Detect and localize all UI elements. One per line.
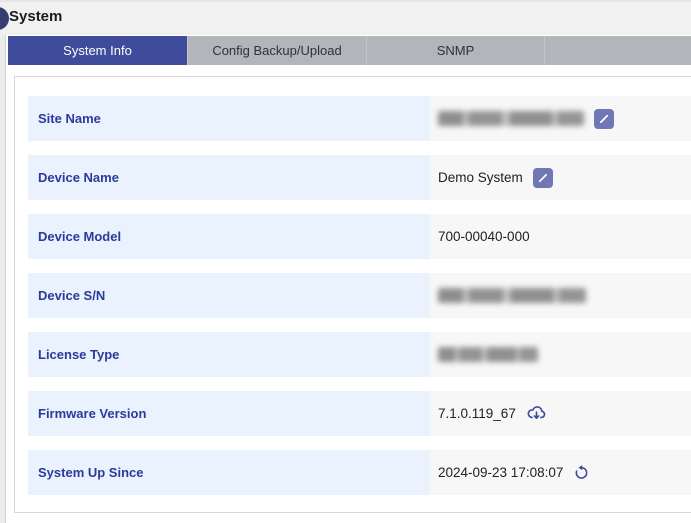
tab-system-info[interactable]: System Info — [8, 36, 187, 65]
page-title: System — [9, 8, 62, 25]
tab-bar: System InfoConfig Backup/UploadSNMP — [8, 36, 691, 65]
info-row-system-up-since: System Up Since 2024-09-23 17:08:07 — [28, 450, 691, 495]
refresh-icon[interactable] — [573, 464, 590, 481]
tab-snmp[interactable]: SNMP — [366, 36, 545, 65]
cloud-download-icon[interactable] — [526, 403, 547, 424]
info-row-site-name: Site Name — [28, 96, 691, 141]
row-value: 7.1.0.119_67 — [430, 391, 691, 436]
info-row-firmware-version: Firmware Version 7.1.0.119_67 — [28, 391, 691, 436]
app-logo-icon — [0, 7, 9, 30]
redacted-value — [438, 111, 584, 126]
value-text: 2024-09-23 17:08:07 — [438, 465, 563, 480]
redacted-value — [438, 288, 586, 303]
row-label: Device S/N — [28, 273, 430, 318]
row-label: Device Model — [28, 214, 430, 259]
info-row-device-s-n: Device S/N — [28, 273, 691, 318]
row-value — [430, 273, 691, 318]
row-value: 2024-09-23 17:08:07 — [430, 450, 691, 495]
left-edge-divider — [0, 35, 6, 523]
row-value — [430, 332, 691, 377]
row-label: Device Name — [28, 155, 430, 200]
row-label: Site Name — [28, 96, 430, 141]
value-text: Demo System — [438, 170, 523, 185]
row-value: 700-00040-000 — [430, 214, 691, 259]
tab-config-backup-upload[interactable]: Config Backup/Upload — [187, 36, 366, 65]
row-label: System Up Since — [28, 450, 430, 495]
page-header: System — [0, 0, 691, 35]
row-value: Demo System — [430, 155, 691, 200]
value-text: 7.1.0.119_67 — [438, 406, 516, 421]
edit-icon[interactable] — [594, 109, 614, 129]
info-rows: Site Name Device Name Demo System Device Mo… — [28, 96, 691, 509]
redacted-value — [438, 347, 538, 362]
row-label: License Type — [28, 332, 430, 377]
info-row-device-name: Device Name Demo System — [28, 155, 691, 200]
info-row-device-model: Device Model 700-00040-000 — [28, 214, 691, 259]
row-value — [430, 96, 691, 141]
row-label: Firmware Version — [28, 391, 430, 436]
edit-icon[interactable] — [533, 168, 553, 188]
system-info-panel: Site Name Device Name Demo System Device Mo… — [14, 76, 691, 513]
info-row-license-type: License Type — [28, 332, 691, 377]
value-text: 700-00040-000 — [438, 229, 530, 244]
system-page: System System InfoConfig Backup/UploadSN… — [0, 0, 691, 523]
